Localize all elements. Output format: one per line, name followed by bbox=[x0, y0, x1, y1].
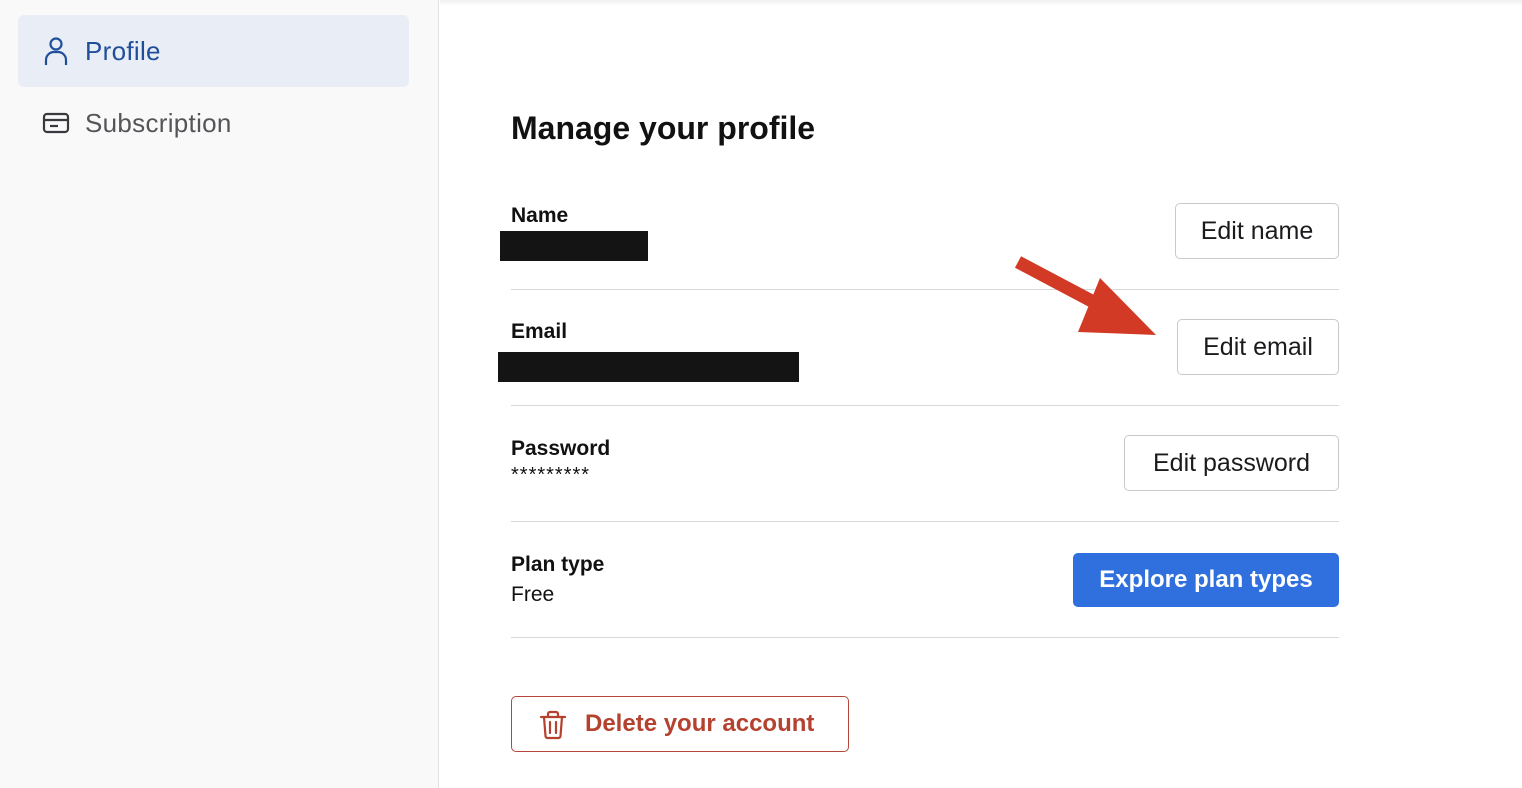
password-value: ********* bbox=[511, 464, 591, 486]
edit-password-button[interactable]: Edit password bbox=[1124, 435, 1339, 491]
app-root: Profile Subscription Manage your profile… bbox=[0, 0, 1522, 788]
sidebar-item-label: Subscription bbox=[85, 107, 232, 138]
explore-plan-types-button[interactable]: Explore plan types bbox=[1073, 553, 1339, 607]
sidebar: Profile Subscription bbox=[0, 0, 439, 788]
name-label: Name bbox=[511, 204, 569, 227]
email-label: Email bbox=[511, 320, 568, 343]
sidebar-item-profile[interactable]: Profile bbox=[18, 15, 409, 87]
name-value-redacted bbox=[500, 231, 648, 261]
profile-row-plan: Plan type Free Explore plan types bbox=[511, 522, 1339, 638]
plan-type-value: Free bbox=[511, 583, 555, 606]
profile-row-name: Name Edit name bbox=[500, 174, 1339, 290]
user-icon bbox=[42, 35, 70, 67]
edit-name-button[interactable]: Edit name bbox=[1175, 203, 1339, 259]
sidebar-item-subscription[interactable]: Subscription bbox=[18, 87, 409, 159]
main-top-shadow bbox=[440, 0, 1522, 6]
profile-row-password: Password ********* Edit password bbox=[511, 406, 1339, 522]
password-label: Password bbox=[511, 437, 611, 460]
delete-account-label: Delete your account bbox=[585, 710, 815, 737]
credit-card-icon bbox=[42, 107, 70, 139]
plan-type-label: Plan type bbox=[511, 553, 605, 576]
page-title: Manage your profile bbox=[511, 110, 816, 146]
email-value-redacted bbox=[498, 352, 799, 382]
sidebar-item-label: Profile bbox=[85, 35, 161, 66]
delete-account-button[interactable]: Delete your account bbox=[511, 696, 849, 752]
trash-icon bbox=[539, 710, 567, 740]
profile-row-email: Email Edit email bbox=[498, 290, 1339, 406]
edit-email-button[interactable]: Edit email bbox=[1177, 319, 1339, 375]
